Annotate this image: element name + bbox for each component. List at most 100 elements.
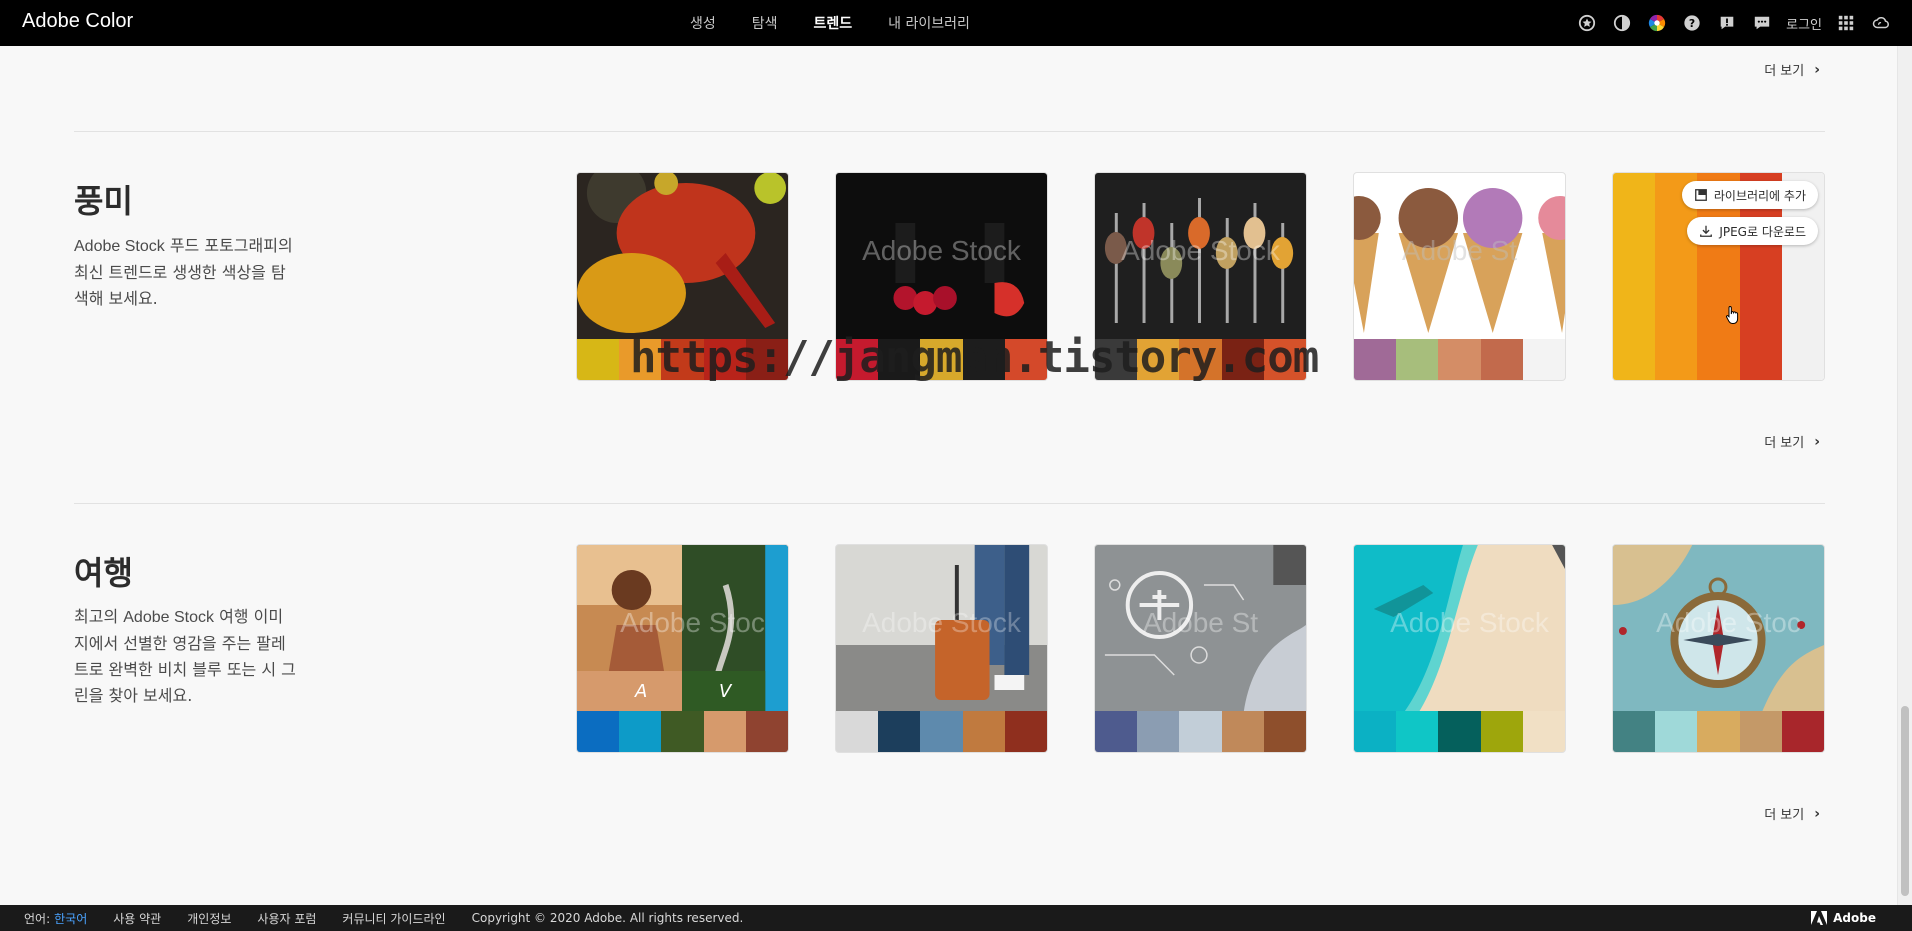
top-bar: Adobe Color 생성 탐색 트렌드 내 라이브러리 ? 로그인 [0,0,1912,46]
more-label: 더 보기 [1764,808,1805,823]
swatch[interactable] [577,711,620,752]
card-image [577,173,788,341]
scrollbar-thumb[interactable] [1901,706,1909,896]
stock-watermark: Adobe Stock [1121,235,1280,266]
stock-watermark: Adobe Stoc [620,607,765,638]
swatch[interactable] [836,711,879,752]
footer-link-privacy[interactable]: 개인정보 [187,910,231,927]
footer: 언어: 한국어 사용 약관 개인정보 사용자 포럼 커뮤니티 가이드라인 Copy… [0,905,1912,931]
header-tools: ? 로그인 [1576,0,1892,46]
swatch[interactable] [1004,711,1047,752]
section-divider [74,503,1825,504]
tile-letter: V [719,681,732,702]
creative-cloud-icon[interactable] [1870,12,1892,34]
stock-watermark: Adobe St [1142,607,1259,638]
login-link[interactable]: 로그인 [1786,14,1822,33]
swatch[interactable] [1739,711,1782,752]
language-selector[interactable]: 언어: 한국어 [24,910,87,927]
more-label: 더 보기 [1764,436,1805,451]
swatch[interactable] [1396,339,1439,380]
more-label: 더 보기 [1764,64,1805,79]
nav-my-library[interactable]: 내 라이브러리 [888,13,970,33]
library-icon [1694,189,1707,201]
app-title[interactable]: Adobe Color [22,10,133,33]
stock-watermark: Adobe Stock [862,235,1021,266]
swatch[interactable] [1263,711,1306,752]
more-link-travel[interactable]: 더 보기 › [1764,804,1820,824]
palette-card-digital-travel[interactable]: Adobe St [1094,544,1307,753]
adobe-logo[interactable]: Adobe [1811,911,1876,925]
card-palette [577,711,788,752]
download-jpeg-button[interactable]: JPEG로 다운로드 [1687,217,1818,245]
more-link-previous[interactable]: 더 보기 › [1764,60,1820,80]
swatch[interactable] [1613,173,1656,380]
card-palette [1613,711,1824,752]
contrast-icon[interactable] [1611,12,1633,34]
apps-grid-icon[interactable] [1835,12,1857,34]
adobe-icon [1811,911,1828,925]
swatch[interactable] [1613,711,1656,752]
card-palette [836,711,1047,752]
stock-watermark: Adobe Stoc [1656,607,1801,638]
nav-explore[interactable]: 탐색 [752,13,778,33]
swatch[interactable] [1396,711,1439,752]
swatch[interactable] [745,711,788,752]
palette-card-compass[interactable]: Adobe Stoc [1612,544,1825,753]
swatch[interactable] [1781,711,1824,752]
stock-watermark: Adobe Stock [1390,607,1549,638]
main-nav: 생성 탐색 트렌드 내 라이브러리 [690,0,970,46]
chevron-right-icon: › [1814,433,1820,450]
add-to-library-button[interactable]: 라이브러리에 추가 [1681,181,1818,209]
swatch[interactable] [1095,711,1138,752]
chevron-right-icon: › [1814,61,1820,78]
swatch[interactable] [619,711,662,752]
palette-card-beach[interactable]: Adobe Stock [1353,544,1566,753]
swatch[interactable] [1179,711,1222,752]
section-description-travel: 최고의 Adobe Stock 여행 이미지에서 선별한 영감을 주는 팔레트로… [74,607,296,705]
swatch[interactable] [1655,711,1698,752]
stock-watermark: Adobe St [1401,235,1518,266]
swatch[interactable] [1438,339,1481,380]
swatch[interactable] [878,711,921,752]
add-to-library-label: 라이브러리에 추가 [1713,188,1806,203]
swatch[interactable] [1522,339,1565,380]
swatch[interactable] [1221,711,1264,752]
palette-card-hovered[interactable]: 라이브러리에 추가 JPEG로 다운로드 [1612,172,1825,381]
nav-trends[interactable]: 트렌드 [814,13,853,33]
palette-card-travel-collage[interactable]: Adobe Stoc A V [576,544,789,753]
swatch[interactable] [920,711,963,752]
feedback-icon[interactable] [1716,12,1738,34]
card-palette [1354,711,1565,752]
color-wheel-icon[interactable] [1646,12,1668,34]
footer-link-terms[interactable]: 사용 약관 [113,910,161,927]
swatch[interactable] [962,711,1005,752]
copyright-text: Copyright © 2020 Adobe. All rights reser… [471,911,744,925]
section-title-flavor: 풍미 [74,182,133,220]
footer-link-guidelines[interactable]: 커뮤니티 가이드라인 [342,910,445,927]
language-value[interactable]: 한국어 [54,912,87,926]
download-icon [1700,225,1713,237]
footer-link-forum[interactable]: 사용자 포럼 [257,910,316,927]
page-scrollbar[interactable] [1897,46,1912,905]
star-icon[interactable] [1576,12,1598,34]
card-palette [1095,711,1306,752]
section-description-flavor: Adobe Stock 푸드 포토그래피의 최신 트렌드로 생생한 색상을 탐색… [74,236,293,308]
swatch[interactable] [577,339,620,380]
palette-card-suitcase[interactable]: Adobe Stock [835,544,1048,753]
more-link-flavor[interactable]: 더 보기 › [1764,432,1820,452]
swatch[interactable] [1522,711,1565,752]
help-icon[interactable]: ? [1681,12,1703,34]
swatch[interactable] [1354,339,1397,380]
swatch[interactable] [1438,711,1481,752]
adobe-brand-label: Adobe [1833,911,1876,925]
swatch[interactable] [1697,711,1740,752]
swatch[interactable] [1480,711,1523,752]
swatch[interactable] [703,711,746,752]
nav-create[interactable]: 생성 [690,13,716,33]
swatch[interactable] [1480,339,1523,380]
chat-icon[interactable] [1751,12,1773,34]
swatch[interactable] [661,711,704,752]
swatch[interactable] [1354,711,1397,752]
palette-card-ice-cream[interactable]: Adobe St [1353,172,1566,381]
swatch[interactable] [1137,711,1180,752]
